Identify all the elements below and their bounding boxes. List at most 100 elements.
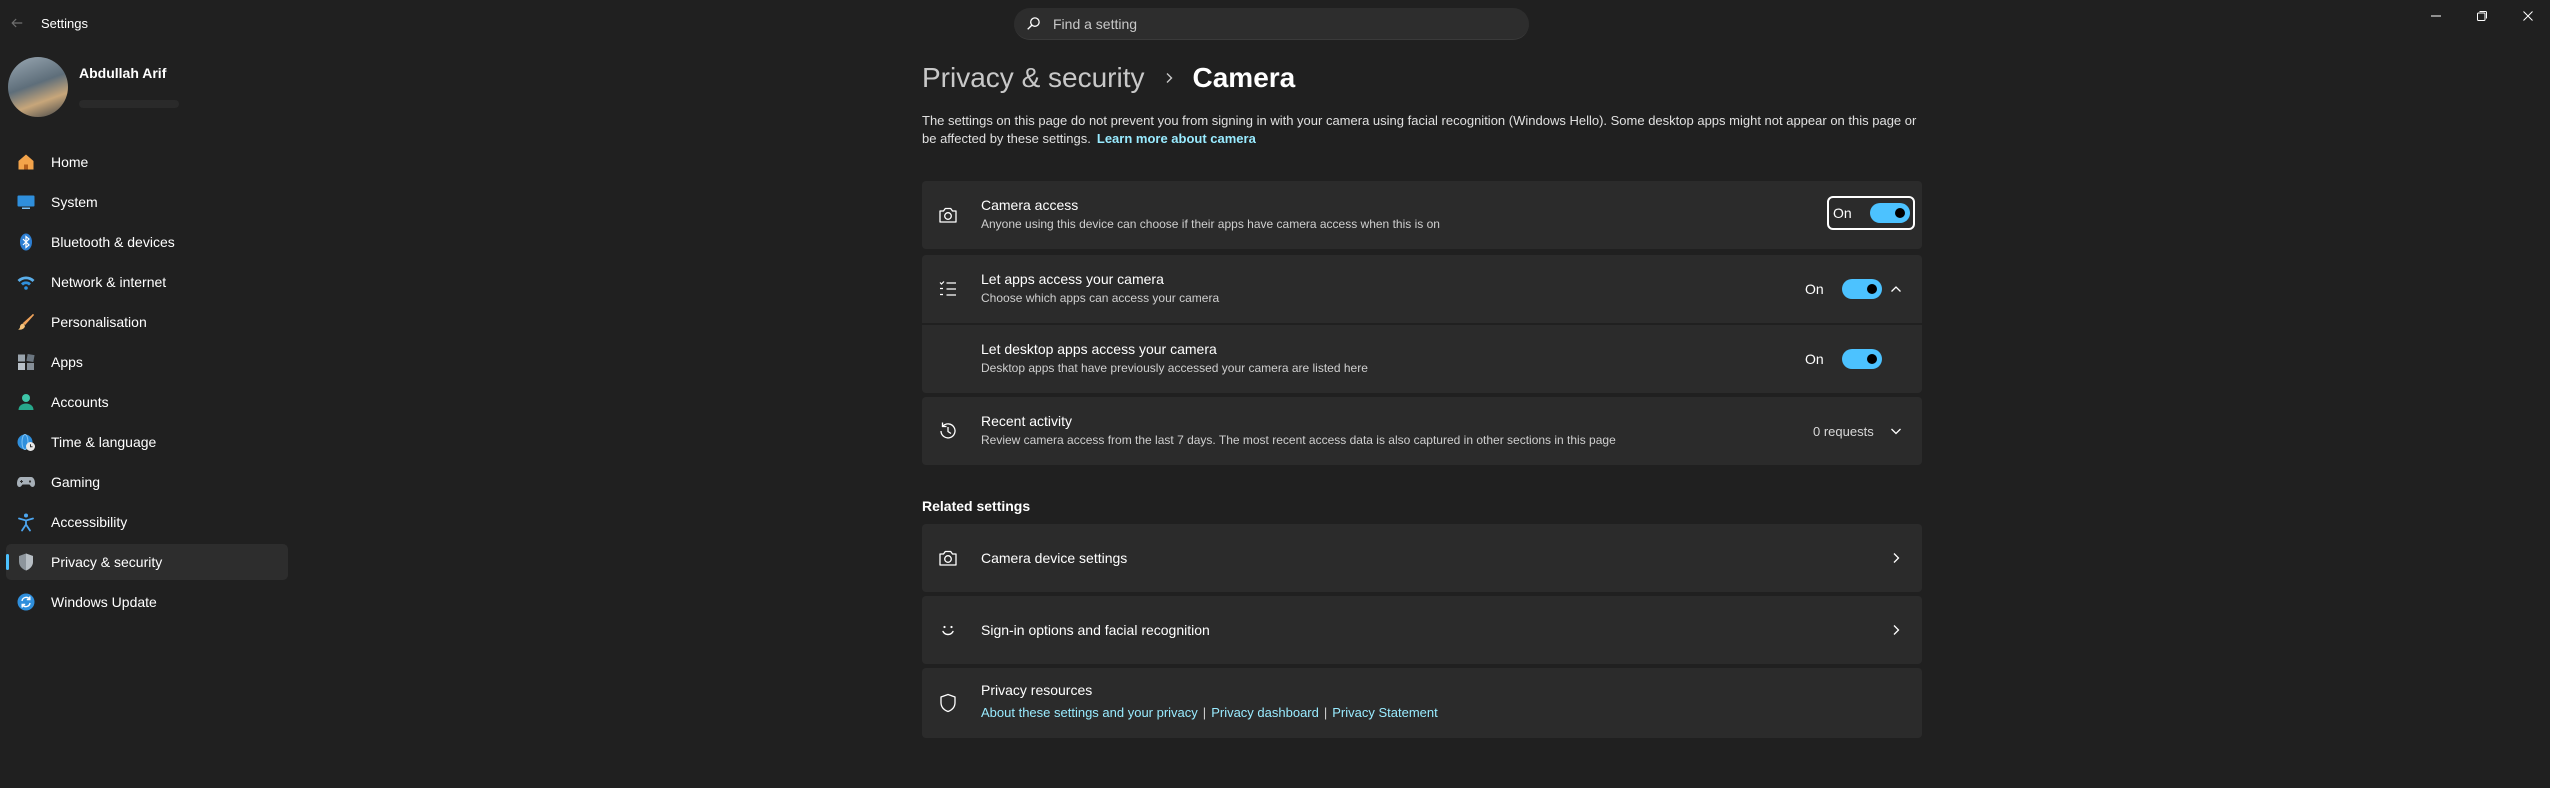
back-button[interactable] <box>6 12 28 34</box>
restore-button[interactable] <box>2459 0 2505 32</box>
sidebar-item-label: Apps <box>51 354 83 370</box>
accessibility-icon <box>16 512 36 532</box>
sidebar-item-privacy-security[interactable]: Privacy & security <box>6 544 288 580</box>
sidebar-item-label: Personalisation <box>51 314 147 330</box>
sidebar-item-label: Windows Update <box>51 594 157 610</box>
chevron-up-icon[interactable] <box>1889 282 1903 296</box>
history-icon <box>936 419 960 443</box>
sidebar-item-label: Privacy & security <box>51 554 163 570</box>
privacy-dashboard-link[interactable]: Privacy dashboard <box>1211 705 1319 720</box>
shield-icon <box>16 552 36 572</box>
privacy-statement-link[interactable]: Privacy Statement <box>1332 705 1438 720</box>
chevron-right-icon[interactable] <box>1889 623 1903 637</box>
user-profile[interactable]: Abdullah Arif <box>8 56 179 118</box>
privacy-links: About these settings and your privacy | Pr… <box>981 705 1438 720</box>
camera-device-settings-card[interactable]: Camera device settings <box>922 524 1922 592</box>
shield-outline-icon <box>936 691 960 715</box>
recent-activity-card[interactable]: Recent activity Review camera access fro… <box>922 397 1922 465</box>
minimize-button[interactable] <box>2413 0 2459 32</box>
description-text: The settings on this page do not prevent… <box>922 113 1917 146</box>
camera-icon <box>936 546 960 570</box>
desktop-apps-subtitle: Desktop apps that have previously access… <box>981 361 1368 375</box>
camera-access-title: Camera access <box>981 197 1079 213</box>
page-title: Camera <box>1192 62 1296 93</box>
link-separator: | <box>1202 705 1207 720</box>
system-icon <box>16 192 36 212</box>
brush-icon <box>16 312 36 332</box>
home-icon <box>16 152 36 172</box>
toggle-switch[interactable] <box>1841 349 1882 369</box>
profile-name: Abdullah Arif <box>79 65 167 81</box>
let-apps-subtitle: Choose which apps can access your camera <box>981 291 1220 305</box>
let-apps-card[interactable]: Let apps access your camera Choose which… <box>922 255 1922 323</box>
privacy-resources-card: Privacy resources About these settings a… <box>922 668 1922 738</box>
desktop-apps-card: Let desktop apps access your camera Desk… <box>922 325 1922 393</box>
signin-options-title: Sign-in options and facial recognition <box>981 622 1210 638</box>
list-icon <box>936 277 960 301</box>
app-title: Settings <box>41 16 88 31</box>
sidebar-item-network[interactable]: Network & internet <box>6 264 288 300</box>
accounts-icon <box>16 392 36 412</box>
sidebar-item-label: Gaming <box>51 474 101 490</box>
smiley-icon <box>936 618 960 642</box>
toggle-state-label: On <box>1833 205 1852 221</box>
sidebar-item-label: Accessibility <box>51 514 128 530</box>
back-arrow-icon <box>11 18 23 28</box>
sidebar-item-home[interactable]: Home <box>6 144 288 180</box>
avatar <box>8 57 68 117</box>
search-box[interactable] <box>1014 8 1529 40</box>
sidebar-item-bluetooth[interactable]: Bluetooth & devices <box>6 224 288 260</box>
privacy-resources-title: Privacy resources <box>981 682 1093 698</box>
signin-options-card[interactable]: Sign-in options and facial recognition <box>922 596 1922 664</box>
breadcrumb-parent[interactable]: Privacy & security <box>922 62 1145 94</box>
sidebar-nav: Home System Bluetooth & devices Network … <box>6 144 288 624</box>
search-icon <box>1027 17 1040 30</box>
sidebar-item-personalisation[interactable]: Personalisation <box>6 304 288 340</box>
sidebar-item-accessibility[interactable]: Accessibility <box>6 504 288 540</box>
sidebar-item-label: Network & internet <box>51 274 167 290</box>
camera-icon <box>936 203 960 227</box>
chevron-right-icon[interactable] <box>1889 551 1903 565</box>
sidebar-item-apps[interactable]: Apps <box>6 344 288 380</box>
title-bar: Settings <box>0 0 2550 48</box>
sidebar-item-time-language[interactable]: Time & language <box>6 424 288 460</box>
close-button[interactable] <box>2505 0 2550 32</box>
sidebar-item-accounts[interactable]: Accounts <box>6 384 288 420</box>
breadcrumb: Privacy & security Camera <box>922 58 1295 98</box>
related-settings-heading: Related settings <box>922 498 1031 514</box>
recent-activity-title: Recent activity <box>981 413 1073 429</box>
sidebar-item-label: Time & language <box>51 434 157 450</box>
close-icon <box>2523 11 2533 21</box>
profile-email-redacted <box>79 100 179 108</box>
sidebar-item-label: Accounts <box>51 394 109 410</box>
let-apps-toggle[interactable]: On <box>1805 279 1882 299</box>
camera-access-toggle[interactable]: On <box>1833 203 1910 223</box>
page-description: The settings on this page do not prevent… <box>922 112 1922 148</box>
search-input[interactable] <box>1053 15 1493 32</box>
sidebar-item-windows-update[interactable]: Windows Update <box>6 584 288 620</box>
link-separator: | <box>1323 705 1328 720</box>
gamepad-icon <box>16 472 36 492</box>
sidebar: Abdullah Arif Home System Bluetooth & de… <box>0 48 300 788</box>
about-privacy-link[interactable]: About these settings and your privacy <box>981 705 1198 720</box>
desktop-apps-toggle[interactable]: On <box>1805 349 1882 369</box>
bluetooth-icon <box>16 232 36 252</box>
wifi-icon <box>16 272 36 292</box>
camera-access-card: Camera access Anyone using this device c… <box>922 181 1922 249</box>
toggle-switch[interactable] <box>1841 279 1882 299</box>
apps-icon <box>16 352 36 372</box>
sidebar-item-system[interactable]: System <box>6 184 288 220</box>
sidebar-item-gaming[interactable]: Gaming <box>6 464 288 500</box>
update-icon <box>16 592 36 612</box>
recent-activity-subtitle: Review camera access from the last 7 day… <box>981 433 1616 447</box>
learn-more-link[interactable]: Learn more about camera <box>1097 131 1256 146</box>
camera-device-settings-title: Camera device settings <box>981 550 1128 566</box>
chevron-down-icon[interactable] <box>1889 424 1903 438</box>
toggle-state-label: On <box>1805 281 1824 297</box>
sidebar-item-label: Bluetooth & devices <box>51 234 175 250</box>
camera-access-subtitle: Anyone using this device can choose if t… <box>981 217 1440 231</box>
toggle-switch[interactable] <box>1869 203 1910 223</box>
chevron-right-icon <box>1163 72 1175 84</box>
restore-icon <box>2477 11 2487 21</box>
desktop-apps-title: Let desktop apps access your camera <box>981 341 1217 357</box>
